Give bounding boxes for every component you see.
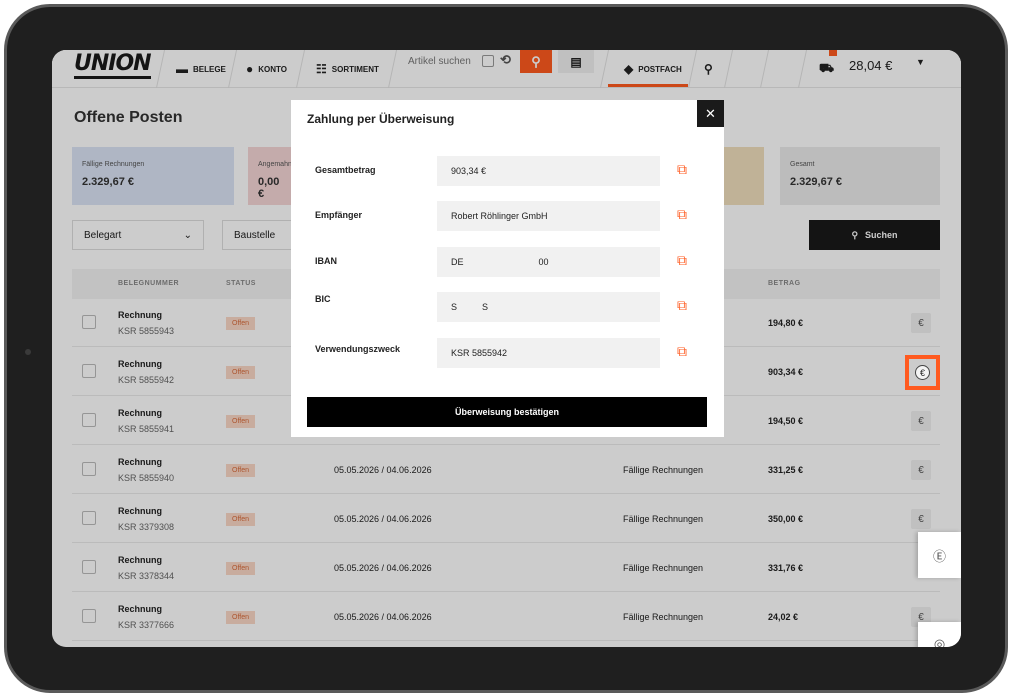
field-value: S S <box>437 292 660 322</box>
side-user-tab[interactable]: ◎ <box>918 622 961 647</box>
confirm-transfer-button[interactable]: Überweisung bestätigen <box>307 397 707 427</box>
copy-icon[interactable]: ⧉ <box>677 161 695 179</box>
field-bic: BIC S S ⧉ <box>315 292 695 322</box>
close-button[interactable]: ✕ <box>697 100 724 127</box>
field-value: DE 00 <box>437 247 660 277</box>
field-empfaenger: Empfänger Robert Röhlinger GmbH ⧉ <box>315 201 695 231</box>
user-circle-icon: ◎ <box>933 636 946 647</box>
highlighted-euro-pay-button[interactable]: € <box>905 355 940 390</box>
field-gesamtbetrag: Gesamtbetrag 903,34 € ⧉ <box>315 156 695 186</box>
field-value: Robert Röhlinger GmbH <box>437 201 660 231</box>
copy-icon[interactable]: ⧉ <box>677 343 695 361</box>
field-label: BIC <box>315 294 331 304</box>
camera-dot <box>25 349 31 355</box>
euro-icon: € <box>915 365 930 380</box>
field-value: 903,34 € <box>437 156 660 186</box>
field-label: Empfänger <box>315 210 363 220</box>
field-value: KSR 5855942 <box>437 338 660 368</box>
copy-icon[interactable]: ⧉ <box>677 206 695 224</box>
side-euro-tab[interactable]: Ⓔ <box>918 532 961 578</box>
screen: UNION ▬ BELEGE ● KONTO ☷ SORTIMENT Artik… <box>52 50 961 647</box>
field-verwendungszweck: Verwendungszweck KSR 5855942 ⧉ <box>315 338 695 368</box>
modal-title: Zahlung per Überweisung <box>307 112 455 126</box>
field-label: Gesamtbetrag <box>315 165 376 175</box>
euro-icon: Ⓔ <box>932 548 946 564</box>
field-label: Verwendungszweck <box>315 344 401 354</box>
field-iban: IBAN DE 00 ⧉ <box>315 247 695 277</box>
copy-icon[interactable]: ⧉ <box>677 297 695 315</box>
copy-icon[interactable]: ⧉ <box>677 252 695 270</box>
close-icon: ✕ <box>705 105 716 121</box>
field-label: IBAN <box>315 256 337 266</box>
payment-modal: ✕ Zahlung per Überweisung Gesamtbetrag 9… <box>291 100 724 437</box>
